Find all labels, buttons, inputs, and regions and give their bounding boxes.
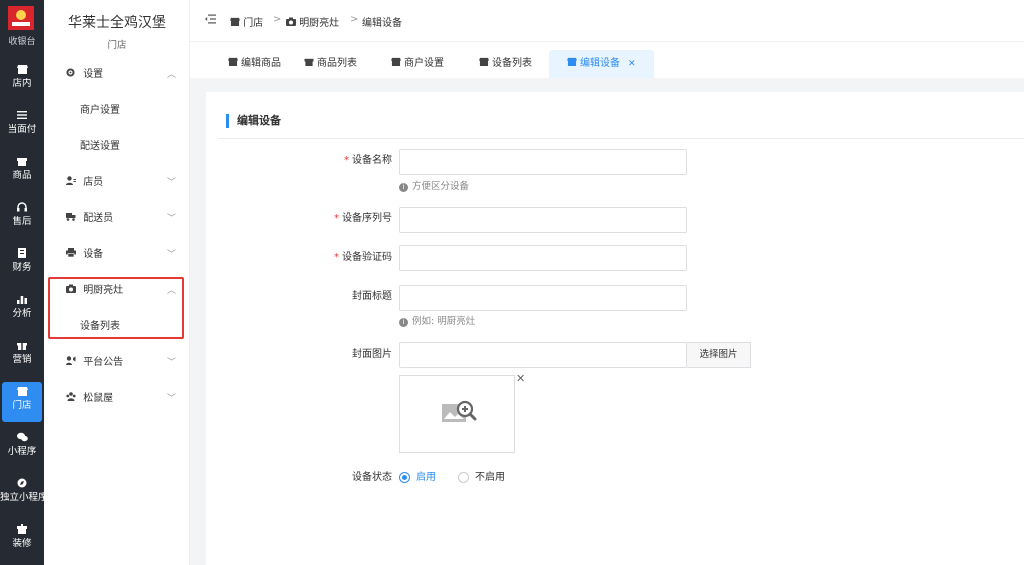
breadcrumb-separator: >	[273, 14, 282, 25]
rail-item-standalone-mini-program[interactable]: 独立小程序	[0, 478, 44, 518]
group-icon	[66, 389, 80, 409]
rail-item-store[interactable]: 门店	[2, 382, 42, 422]
label-cover-image: 封面图片	[352, 349, 392, 360]
menu-fold-icon[interactable]	[205, 14, 216, 27]
store-icon	[0, 64, 44, 78]
gear-icon	[66, 65, 80, 85]
rail-item-decoration[interactable]: 装修	[0, 524, 44, 564]
printer-icon	[66, 245, 80, 265]
device-name-input[interactable]	[399, 149, 687, 175]
sidebar-group-settings[interactable]: 设置 ︿	[66, 65, 176, 85]
sidebar-group-bright-kitchen[interactable]: 明厨亮灶 ︿	[66, 281, 176, 301]
list-icon	[0, 110, 44, 124]
store-icon	[2, 386, 42, 400]
tab-edit-goods[interactable]: 编辑商品	[218, 50, 291, 78]
cover-title-input[interactable]	[399, 285, 687, 311]
store-icon	[479, 57, 489, 69]
label-verify-code: * 设备验证码	[334, 252, 392, 263]
store-subtitle: 门店	[107, 40, 127, 51]
label-cover-title: 封面标题	[352, 291, 392, 302]
close-icon[interactable]: ✕	[628, 59, 636, 69]
chevron-up-icon: ︿	[166, 70, 176, 80]
breadcrumb-current: 编辑设备	[362, 18, 402, 29]
wechat-icon	[0, 432, 44, 446]
store-icon	[230, 17, 240, 26]
bar-chart-icon	[0, 294, 44, 308]
verify-code-input[interactable]	[399, 245, 687, 271]
sidebar-item-device-list[interactable]: 设备列表	[80, 319, 120, 335]
rail-item-finance[interactable]: 财务	[0, 248, 44, 288]
camera-icon	[286, 17, 296, 26]
compass-icon	[0, 478, 44, 492]
gift-icon	[0, 340, 44, 354]
chevron-down-icon: ﹀	[166, 358, 176, 368]
sidebar-group-couriers[interactable]: 配送员 ﹀	[66, 209, 176, 229]
rail-logo-label: 收银台	[8, 37, 36, 47]
tab-device-list[interactable]: 设备列表	[469, 50, 542, 78]
divider	[218, 138, 1024, 139]
rail-item-facepay[interactable]: 当面付	[0, 110, 44, 150]
sidebar-item-merchant-settings[interactable]: 商户设置	[80, 103, 120, 119]
chevron-down-icon: ﹀	[166, 394, 176, 404]
label-device-name: * 设备名称	[344, 155, 392, 166]
rail-item-after-sales[interactable]: 售后	[0, 202, 44, 242]
breadcrumb-separator: >	[350, 14, 359, 25]
announcement-icon	[66, 353, 80, 373]
brush-icon	[0, 524, 44, 538]
image-placeholder-icon	[442, 400, 477, 422]
main-nav-rail: 收银台 店内 当面付 商品 售后 财务 分析 营销 门店 小程序 独立小程序 装…	[0, 0, 44, 565]
tab-goods-list[interactable]: 商品列表	[294, 50, 367, 78]
chevron-down-icon: ﹀	[166, 250, 176, 260]
rail-item-store-inside[interactable]: 店内	[0, 64, 44, 104]
sidebar-group-devices[interactable]: 设备 ﹀	[66, 245, 176, 265]
device-name-hint: i 方便区分设备	[399, 180, 469, 194]
staff-icon	[66, 173, 80, 193]
rail-item-mini-program[interactable]: 小程序	[0, 432, 44, 472]
store-icon	[567, 57, 577, 69]
label-device-status: 设备状态	[352, 472, 392, 483]
remove-image-icon[interactable]: ✕	[516, 372, 525, 385]
chevron-down-icon: ﹀	[166, 214, 176, 224]
radio-disable[interactable]	[458, 472, 469, 483]
store-icon	[391, 57, 401, 69]
breadcrumb-bright-kitchen[interactable]: 明厨亮灶	[286, 14, 339, 29]
ledger-icon	[0, 248, 44, 262]
headset-icon	[0, 202, 44, 216]
delivery-icon	[66, 209, 80, 229]
choose-image-button[interactable]: 选择图片	[687, 342, 751, 368]
radio-disable-label[interactable]: 不启用	[475, 470, 505, 486]
chevron-up-icon: ︿	[166, 286, 176, 296]
info-icon: i	[399, 318, 408, 327]
breadcrumb-store[interactable]: 门店	[230, 14, 263, 29]
shop-icon	[0, 156, 44, 170]
form-title: 编辑设备	[226, 114, 281, 128]
sidebar-group-squirrel-house[interactable]: 松鼠屋 ﹀	[66, 389, 176, 409]
radio-enable-label[interactable]: 启用	[416, 470, 436, 486]
serial-no-input[interactable]	[399, 207, 687, 233]
store-name: 华莱士全鸡汉堡	[68, 15, 166, 31]
camera-icon	[66, 281, 80, 301]
tab-edit-device[interactable]: 编辑设备 ✕	[549, 50, 654, 78]
info-icon: i	[399, 183, 408, 192]
store-icon	[228, 57, 238, 69]
rail-item-analysis[interactable]: 分析	[0, 294, 44, 334]
sidebar-item-delivery-settings[interactable]: 配送设置	[80, 139, 120, 155]
label-serial-no: * 设备序列号	[334, 213, 392, 224]
radio-enable[interactable]	[399, 472, 410, 483]
tab-merchant-settings[interactable]: 商户设置	[381, 50, 454, 78]
rail-item-marketing[interactable]: 营销	[0, 340, 44, 380]
brand-logo	[8, 6, 34, 30]
chevron-down-icon: ﹀	[166, 178, 176, 188]
sidebar-group-announcements[interactable]: 平台公告 ﹀	[66, 353, 176, 373]
cover-title-hint: i 例如: 明厨亮灶	[399, 315, 475, 329]
cover-image-input[interactable]	[399, 342, 687, 368]
shop-icon	[304, 58, 314, 69]
image-preview[interactable]	[399, 375, 515, 453]
sidebar-group-staff[interactable]: 店员 ﹀	[66, 173, 176, 193]
rail-item-goods[interactable]: 商品	[0, 156, 44, 196]
